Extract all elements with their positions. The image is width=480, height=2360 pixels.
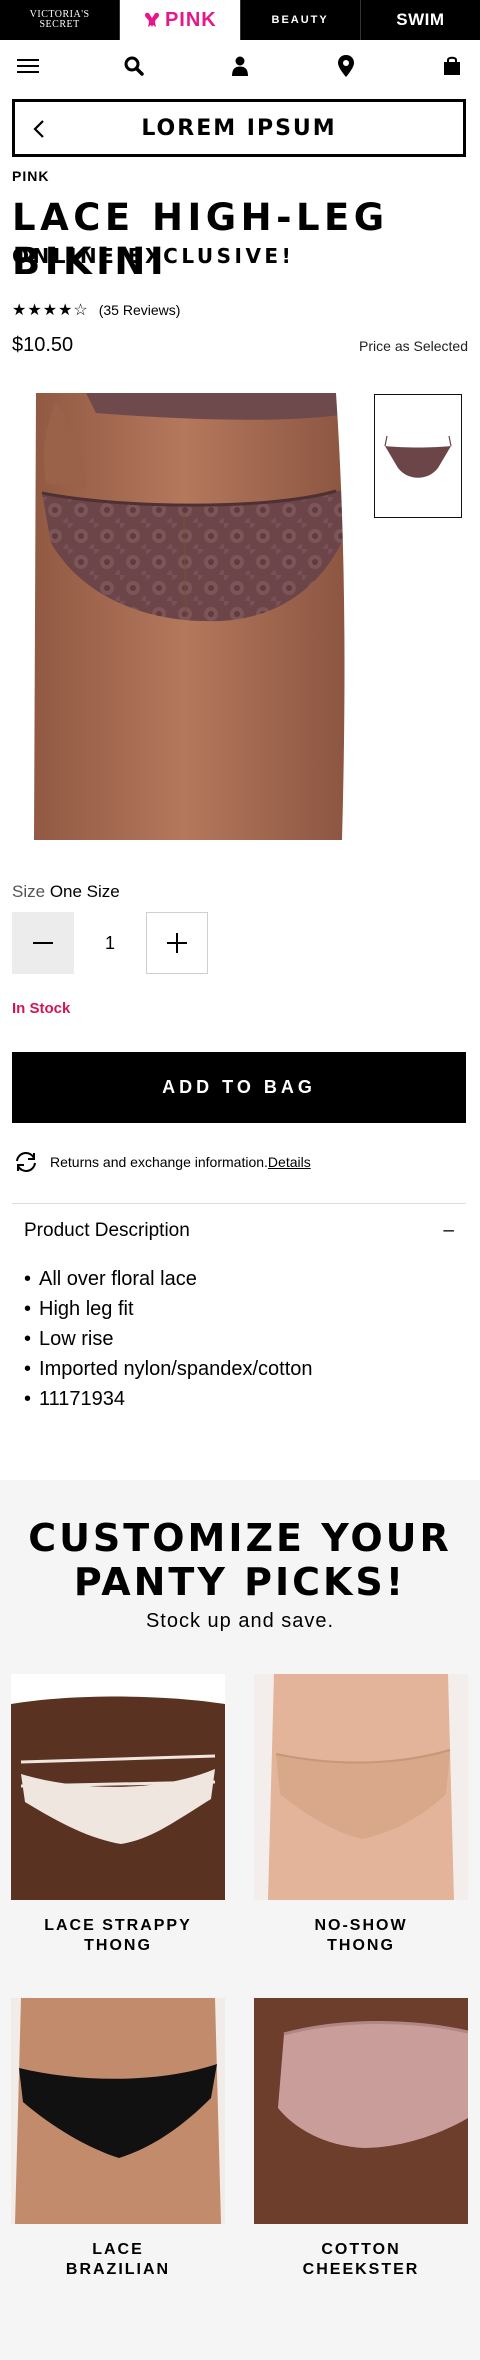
quantity-decrease-button[interactable] bbox=[12, 912, 74, 974]
quantity-increase-button[interactable] bbox=[146, 912, 208, 974]
product-card-lace-brazilian[interactable]: LACE BRAZILIAN bbox=[11, 1998, 225, 2280]
product-card-image[interactable] bbox=[254, 1674, 468, 1900]
product-card-image[interactable] bbox=[11, 1674, 225, 1900]
returns-details-link[interactable]: Details bbox=[268, 1154, 311, 1170]
size-value: One Size bbox=[49, 882, 120, 901]
bag-icon[interactable] bbox=[440, 54, 464, 78]
swim-label: SWIM bbox=[396, 10, 445, 29]
card-title-line2: THONG bbox=[84, 1937, 152, 1954]
product-card-title[interactable]: LACE STRAPPY THONG bbox=[11, 1916, 225, 1956]
add-to-bag-button[interactable]: ADD TO BAG bbox=[12, 1052, 466, 1123]
card-title-line2: THONG bbox=[327, 1937, 395, 1954]
quantity-value[interactable]: 1 bbox=[74, 933, 146, 954]
quantity-stepper: 1 bbox=[12, 912, 208, 974]
card-title-line1: LACE STRAPPY bbox=[44, 1917, 192, 1934]
brand-victorias-secret[interactable]: VICTORIA'S SECRET bbox=[0, 0, 119, 40]
customize-heading-line2: PANTY PICKS! bbox=[73, 1560, 407, 1604]
category-title-bar: LOREM IPSUM bbox=[12, 99, 466, 157]
size-label: Size bbox=[12, 882, 46, 901]
size-row: Size One Size bbox=[12, 882, 120, 902]
description-bullet: Imported nylon/spandex/cotton bbox=[24, 1354, 313, 1384]
product-price: $10.50 bbox=[12, 334, 74, 356]
divider bbox=[12, 1203, 466, 1204]
card-title-line1: NO-SHOW bbox=[314, 1917, 408, 1934]
minus-icon bbox=[33, 942, 53, 944]
product-brand: PINK bbox=[12, 168, 50, 184]
back-arrow-icon[interactable] bbox=[29, 118, 51, 140]
product-card-image[interactable] bbox=[254, 1998, 468, 2224]
vs-line2: SECRET bbox=[39, 19, 80, 30]
description-bullet: All over floral lace bbox=[24, 1264, 313, 1294]
customize-heading: CUSTOMIZE YOUR PANTY PICKS! bbox=[0, 1516, 480, 1604]
product-tag: ONLINE EXCLUSIVE! bbox=[12, 244, 295, 268]
brand-beauty[interactable]: BEAUTY bbox=[239, 0, 360, 40]
price-note: Price as Selected bbox=[359, 338, 468, 354]
rating-row[interactable]: ★★★★☆ (35 Reviews) bbox=[12, 300, 180, 320]
search-icon[interactable] bbox=[122, 54, 146, 78]
review-count[interactable]: (35 Reviews) bbox=[99, 302, 181, 318]
customize-section: CUSTOMIZE YOUR PANTY PICKS! Stock up and… bbox=[0, 1480, 480, 2360]
category-title: LOREM IPSUM bbox=[141, 115, 337, 141]
brand-pink[interactable]: PINK bbox=[119, 0, 240, 40]
product-main-image[interactable] bbox=[16, 393, 354, 840]
product-card-title[interactable]: COTTON CHEEKSTER bbox=[254, 2240, 468, 2280]
rating-stars: ★★★★☆ bbox=[12, 302, 89, 319]
product-card-lace-strappy-thong[interactable]: LACE STRAPPY THONG bbox=[11, 1674, 225, 1956]
customize-heading-line1: CUSTOMIZE YOUR bbox=[28, 1516, 452, 1560]
card-title-line2: CHEEKSTER bbox=[302, 2261, 420, 2278]
exchange-icon bbox=[16, 1152, 36, 1172]
location-icon[interactable] bbox=[334, 54, 358, 78]
product-card-cotton-cheekster[interactable]: COTTON CHEEKSTER bbox=[254, 1998, 468, 2280]
product-card-no-show-thong[interactable]: NO-SHOW THONG bbox=[254, 1674, 468, 1956]
product-thumbnail[interactable] bbox=[374, 394, 462, 518]
account-icon[interactable] bbox=[228, 54, 252, 78]
product-card-title[interactable]: NO-SHOW THONG bbox=[254, 1916, 468, 1956]
brand-swim[interactable]: SWIM bbox=[359, 0, 480, 40]
card-title-line1: COTTON bbox=[321, 2241, 401, 2258]
description-bullet: Low rise bbox=[24, 1324, 313, 1354]
card-title-line1: LACE bbox=[92, 2241, 144, 2258]
description-toggle[interactable]: Product Description – bbox=[24, 1220, 454, 1242]
customize-subheading: Stock up and save. bbox=[145, 1610, 335, 1632]
brand-bar: VICTORIA'S SECRET PINK BEAUTY SWIM bbox=[0, 0, 480, 40]
stock-status: In Stock bbox=[12, 1000, 71, 1017]
pink-label: PINK bbox=[164, 8, 217, 31]
collapse-icon[interactable]: – bbox=[443, 1220, 454, 1242]
description-bullet: High leg fit bbox=[24, 1294, 313, 1324]
beauty-label: BEAUTY bbox=[271, 14, 329, 26]
description-bullet: 11171934 bbox=[24, 1384, 313, 1414]
product-card-image[interactable] bbox=[11, 1998, 225, 2224]
plus-icon bbox=[167, 933, 187, 953]
pink-dog-logo-icon bbox=[144, 12, 159, 27]
product-card-title[interactable]: LACE BRAZILIAN bbox=[11, 2240, 225, 2280]
icon-nav bbox=[0, 40, 480, 92]
menu-icon[interactable] bbox=[16, 54, 40, 78]
description-heading: Product Description bbox=[24, 1220, 190, 1241]
product-name: LACE HIGH-LEG BIKINI bbox=[12, 196, 389, 283]
card-title-line2: BRAZILIAN bbox=[65, 2261, 171, 2278]
returns-info: Returns and exchange information. Detail… bbox=[12, 1150, 311, 1174]
description-list: All over floral lace High leg fit Low ri… bbox=[24, 1264, 313, 1414]
returns-text: Returns and exchange information. bbox=[50, 1154, 268, 1170]
